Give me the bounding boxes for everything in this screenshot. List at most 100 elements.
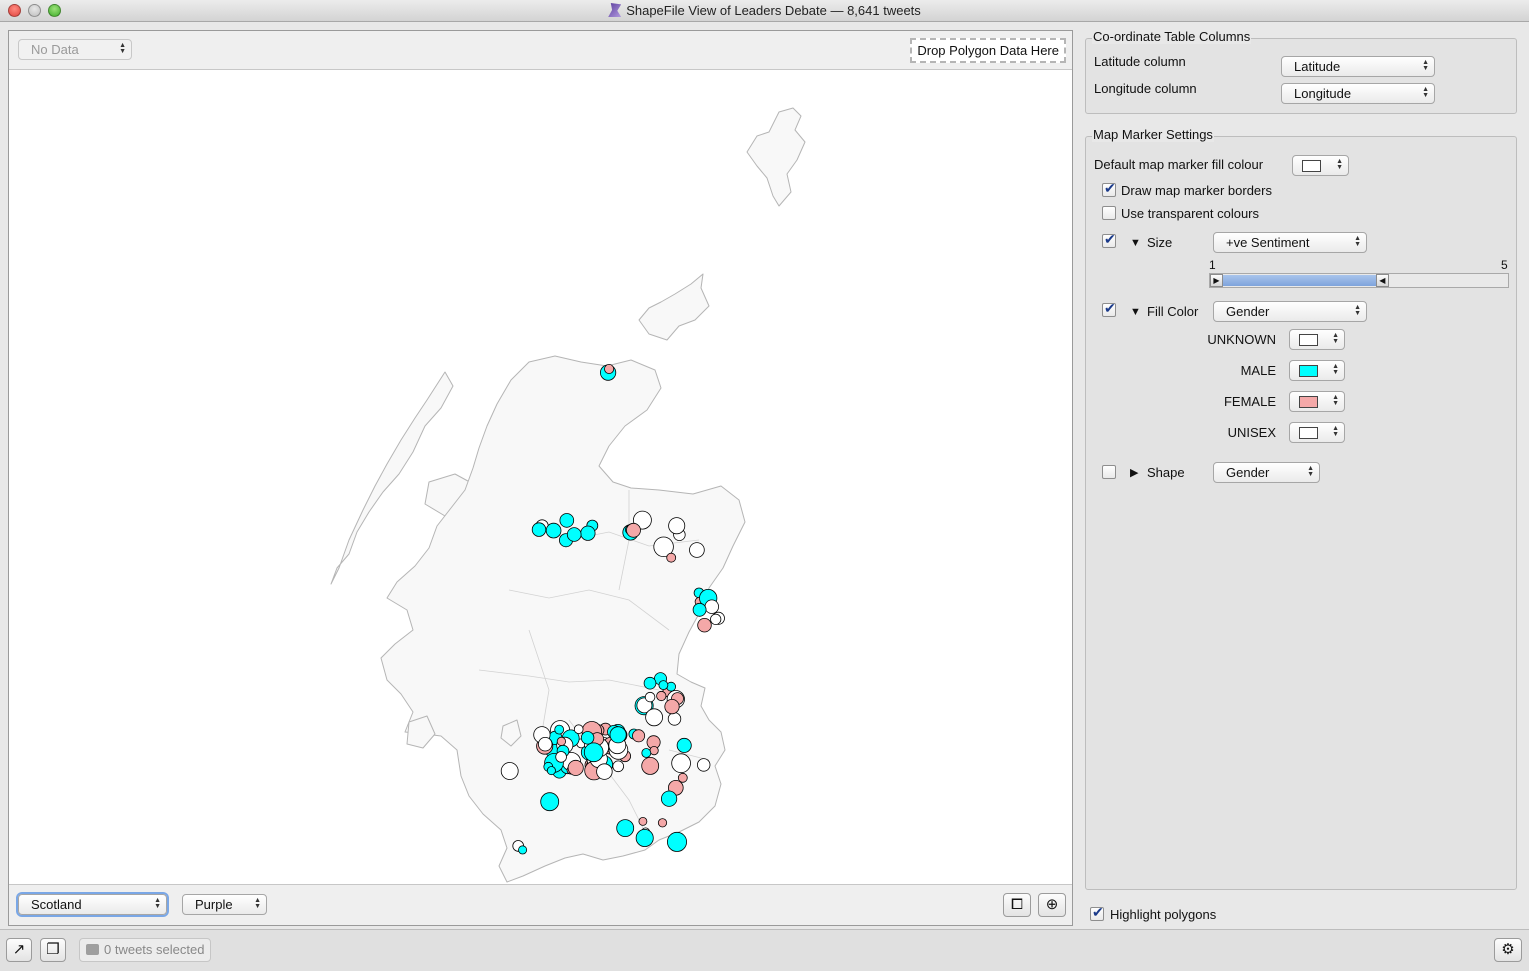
highlight-polygons-checkbox[interactable] bbox=[1090, 904, 1104, 921]
tweet-marker[interactable] bbox=[566, 527, 582, 542]
draw-borders-label: Draw map marker borders bbox=[1121, 183, 1272, 198]
tweet-marker[interactable] bbox=[556, 736, 567, 747]
tweet-marker[interactable] bbox=[540, 792, 560, 812]
tweet-marker[interactable] bbox=[583, 742, 604, 763]
default-fill-colour-popup[interactable]: ▲ ▼ bbox=[1292, 155, 1349, 176]
region-popup[interactable]: Scotland ▲ ▼ bbox=[18, 894, 167, 915]
zoom-in-button[interactable]: ⊕ bbox=[1038, 893, 1066, 917]
crop-map-button[interactable]: ⧠ bbox=[1003, 893, 1031, 917]
fill-disclosure-triangle-icon[interactable]: ▼ bbox=[1130, 306, 1141, 318]
size-attribute-popup[interactable]: +ve Sentiment ▲ ▼ bbox=[1213, 232, 1367, 253]
tweet-marker[interactable] bbox=[666, 552, 677, 563]
tweet-marker[interactable] bbox=[692, 602, 707, 617]
tweet-marker[interactable] bbox=[580, 525, 596, 541]
tweet-marker[interactable] bbox=[677, 772, 688, 783]
tweet-marker[interactable] bbox=[641, 757, 660, 775]
latitude-column-popup[interactable]: Latitude ▲ ▼ bbox=[1281, 56, 1435, 77]
tweet-marker[interactable] bbox=[667, 712, 682, 726]
tweet-marker[interactable] bbox=[644, 691, 656, 703]
shape-disclosure-triangle-icon[interactable]: ▶ bbox=[1130, 466, 1138, 479]
tweet-marker[interactable] bbox=[697, 618, 712, 633]
tweet-marker[interactable] bbox=[643, 676, 657, 690]
size-max-handle[interactable]: ◀ bbox=[1375, 274, 1389, 287]
size-attribute-value: +ve Sentiment bbox=[1226, 235, 1310, 250]
popup-arrows-icon: ▲ ▼ bbox=[1336, 158, 1343, 171]
tweet-marker[interactable] bbox=[638, 817, 648, 826]
tweet-marker[interactable] bbox=[546, 766, 556, 776]
tweet-marker[interactable] bbox=[518, 845, 528, 855]
tweet-marker[interactable] bbox=[704, 599, 720, 614]
tweet-marker[interactable] bbox=[658, 680, 669, 690]
fill-colour-male-popup[interactable]: ▲ ▼ bbox=[1289, 360, 1345, 381]
tweet-marker[interactable] bbox=[671, 753, 691, 773]
fill-colour-unisex-popup[interactable]: ▲ ▼ bbox=[1289, 422, 1345, 443]
tweet-marker[interactable] bbox=[632, 729, 646, 743]
tweet-marker[interactable] bbox=[697, 758, 711, 772]
fill-colour-enabled-checkbox[interactable] bbox=[1102, 300, 1116, 317]
longitude-column-popup[interactable]: Longitude ▲ ▼ bbox=[1281, 83, 1435, 104]
default-fill-label: Default map marker fill colour bbox=[1094, 157, 1264, 172]
scotland-map[interactable] bbox=[9, 70, 1072, 885]
colour-scheme-popup[interactable]: Purple ▲ ▼ bbox=[182, 894, 267, 915]
tweet-marker[interactable] bbox=[580, 731, 595, 745]
default-fill-swatch bbox=[1302, 160, 1321, 172]
transparent-colours-checkbox[interactable] bbox=[1102, 206, 1116, 220]
latitude-column-label: Latitude column bbox=[1094, 54, 1186, 69]
region-popup-label: Scotland bbox=[31, 897, 82, 912]
fill-colour-female-popup[interactable]: ▲ ▼ bbox=[1289, 391, 1345, 412]
tweet-marker[interactable] bbox=[612, 760, 624, 773]
size-enabled-checkbox[interactable] bbox=[1102, 231, 1116, 248]
settings-button[interactable]: ⚙ bbox=[1494, 938, 1522, 962]
size-min-handle[interactable]: ▶ bbox=[1210, 274, 1223, 287]
fill-legend-label: MALE bbox=[1240, 363, 1276, 378]
tweet-marker[interactable] bbox=[664, 698, 680, 715]
status-bar: ↗ ❐ 0 tweets selected ⚙ bbox=[0, 929, 1529, 971]
transparent-colours-label: Use transparent colours bbox=[1121, 206, 1260, 221]
tweet-marker[interactable] bbox=[645, 708, 663, 727]
size-disclosure-triangle-icon[interactable]: ▼ bbox=[1130, 237, 1141, 249]
popup-arrows-icon: ▲ ▼ bbox=[1332, 425, 1339, 438]
popup-arrows-icon: ▲ ▼ bbox=[1332, 394, 1339, 407]
tweet-marker[interactable] bbox=[573, 724, 584, 734]
fill-attribute-popup[interactable]: Gender ▲ ▼ bbox=[1213, 301, 1367, 322]
mainland-scotland bbox=[380, 355, 746, 883]
fill-colour-unknown-popup[interactable]: ▲ ▼ bbox=[1289, 329, 1345, 350]
tweet-marker[interactable] bbox=[500, 762, 519, 780]
size-range-fill bbox=[1222, 275, 1389, 286]
tweet-marker[interactable] bbox=[555, 751, 567, 763]
colour-swatch bbox=[1299, 365, 1318, 377]
tweet-marker[interactable] bbox=[604, 363, 615, 374]
map-canvas[interactable] bbox=[9, 70, 1072, 885]
tweet-marker[interactable] bbox=[559, 513, 575, 528]
tweet-marker[interactable] bbox=[710, 613, 722, 625]
tweet-marker[interactable] bbox=[641, 748, 652, 758]
shape-attribute-popup[interactable]: Gender ▲ ▼ bbox=[1213, 462, 1320, 483]
tweet-marker[interactable] bbox=[596, 763, 613, 780]
tweet-marker[interactable] bbox=[635, 829, 654, 848]
tweet-marker[interactable] bbox=[538, 737, 553, 752]
tweet-marker[interactable] bbox=[668, 517, 686, 535]
tweet-marker[interactable] bbox=[657, 818, 668, 828]
tweet-marker[interactable] bbox=[531, 522, 547, 537]
tweet-marker[interactable] bbox=[554, 724, 565, 735]
duplicate-view-button[interactable]: ❐ bbox=[40, 938, 66, 962]
draw-borders-checkbox[interactable] bbox=[1102, 180, 1116, 197]
size-range-slider[interactable]: ▶ ◀ bbox=[1209, 273, 1509, 288]
data-popup-label: No Data bbox=[31, 42, 79, 57]
tweet-marker[interactable] bbox=[609, 726, 627, 744]
colour-swatch bbox=[1299, 427, 1318, 439]
tweet-marker[interactable] bbox=[626, 522, 641, 538]
data-popup[interactable]: No Data ▲ ▼ bbox=[18, 39, 132, 60]
tweet-marker[interactable] bbox=[616, 819, 635, 837]
tweet-marker[interactable] bbox=[567, 759, 584, 776]
tweet-marker[interactable] bbox=[689, 542, 705, 558]
tweet-marker[interactable] bbox=[667, 831, 688, 852]
share-button[interactable]: ↗ bbox=[6, 938, 32, 962]
shape-enabled-checkbox[interactable] bbox=[1102, 465, 1116, 479]
tweet-marker[interactable] bbox=[676, 737, 692, 753]
gear-icon: ⚙ bbox=[1501, 941, 1515, 958]
tweet-marker[interactable] bbox=[660, 790, 678, 807]
tweet-marker[interactable] bbox=[656, 690, 667, 702]
polygon-drop-zone[interactable]: Drop Polygon Data Here bbox=[910, 38, 1066, 63]
tweet-marker[interactable] bbox=[545, 522, 562, 539]
